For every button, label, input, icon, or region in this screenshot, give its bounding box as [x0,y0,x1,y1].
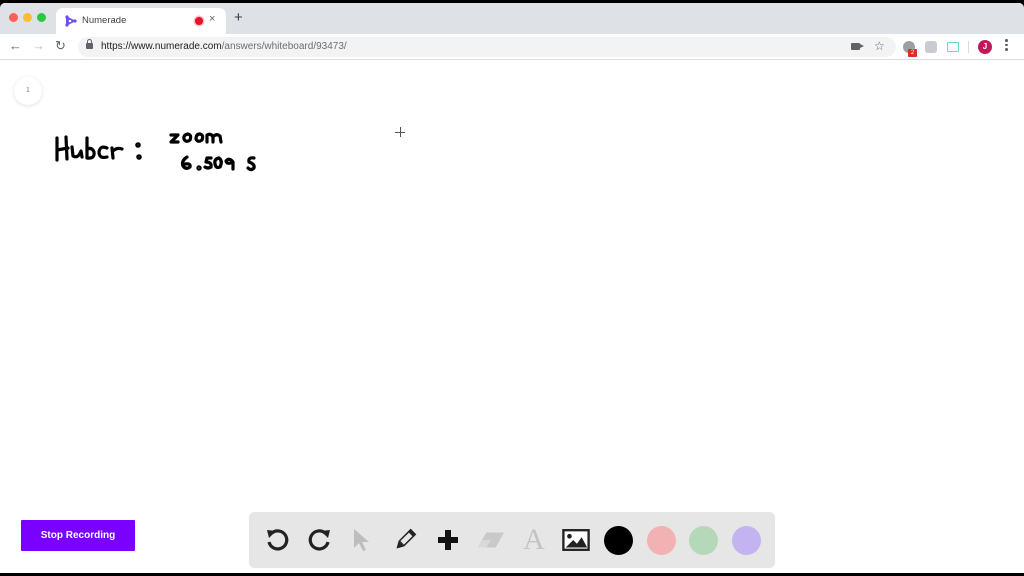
stop-recording-button[interactable]: Stop Recording [21,520,135,551]
undo-button[interactable] [263,526,291,554]
pen-button[interactable] [391,526,419,554]
stroke-e [97,145,109,160]
pointer-icon [354,529,369,551]
camera-icon[interactable] [851,43,864,50]
reload-button[interactable]: ↻ [55,38,66,54]
redo-button[interactable] [306,526,334,554]
eraser-icon [477,532,505,548]
numerade-logo-icon [65,15,77,27]
url-host: https://www.numerade.com [101,41,222,52]
extension-badge: 2 [908,49,917,57]
color-swatch-green[interactable] [689,526,718,555]
text-button[interactable]: A [520,523,548,556]
ext-k-icon[interactable] [925,41,937,53]
redo-icon [308,529,330,551]
forward-button[interactable]: → [32,38,45,54]
tab-title: Numerade [82,15,127,26]
toolbar-divider [968,41,969,53]
color-swatch-black[interactable] [604,526,633,555]
page-number-indicator[interactable]: 1 [14,77,42,105]
maximize-window-button[interactable] [37,13,46,22]
url-text[interactable]: https://www.numerade.com/answers/whitebo… [101,41,347,52]
stroke-r [110,146,124,160]
eraser-button[interactable] [477,526,505,554]
record-dot-icon [195,17,203,25]
stroke-m [205,132,223,144]
handwriting-strokes [55,132,256,172]
stroke-s [246,156,256,172]
url-path: /answers/whiteboard/93473/ [221,41,347,52]
new-tab-button[interactable]: + [234,10,243,25]
back-button[interactable]: ← [9,38,22,54]
stroke-0b [194,132,205,143]
stroke-0a [182,132,193,143]
pencil-icon [396,528,417,549]
tab-strip: Numerade × + [0,3,1024,34]
stroke-H [55,135,70,162]
color-swatch-pink[interactable] [647,526,676,555]
tab-numerade[interactable]: Numerade × [56,8,226,34]
select-button[interactable] [348,526,376,554]
image-icon [562,529,590,551]
stroke-5 [203,156,213,170]
stroke-9 [224,157,235,171]
more-vert-icon[interactable] [1005,39,1008,53]
stroke-2 [169,133,180,144]
whiteboard-page: 1 Stop Recording A [0,61,1024,573]
close-tab-button[interactable]: × [209,13,215,25]
ext-screen-icon[interactable] [947,42,959,52]
plus-icon [438,530,458,550]
whiteboard-canvas[interactable] [0,61,1024,573]
browser-toolbar: ← → ↻ https://www.numerade.com/answers/w… [0,34,1024,60]
lock-icon [86,39,93,49]
close-window-button[interactable] [9,13,18,22]
stroke-6 [180,155,192,170]
undo-icon [267,529,289,551]
stroke-b [85,136,96,160]
stroke-0c [213,156,223,170]
crosshair-cursor-icon [395,127,405,137]
add-button[interactable] [434,526,462,554]
star-icon[interactable]: ☆ [874,39,885,53]
text-icon: A [523,523,545,556]
image-button[interactable] [562,526,590,554]
minimize-window-button[interactable] [23,13,32,22]
profile-avatar[interactable]: J [978,40,992,54]
drawing-toolbar: A [249,512,775,568]
address-bar[interactable]: https://www.numerade.com/answers/whitebo… [78,37,896,57]
browser-window: Numerade × + ← → ↻ https://www.numerade.… [0,3,1024,573]
stroke-u [70,145,84,159]
color-swatch-purple[interactable] [732,526,761,555]
